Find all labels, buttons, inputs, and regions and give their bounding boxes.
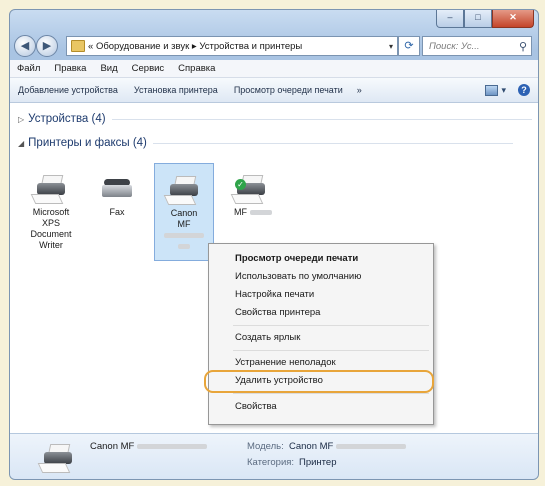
redacted-model — [155, 241, 213, 252]
menu-item-view-print-queue[interactable]: Просмотр очереди печати — [235, 253, 358, 264]
address-dropdown-icon[interactable]: ▾ — [385, 42, 397, 51]
command-bar: Добавление устройства Установка принтера… — [10, 78, 538, 103]
add-device-button[interactable]: Добавление устройства — [10, 85, 126, 95]
forward-button[interactable]: ▶ — [36, 35, 58, 57]
redacted-model — [137, 443, 207, 449]
printer-icon — [37, 440, 76, 474]
install-printer-button[interactable]: Установка принтера — [126, 85, 226, 95]
printer-canon-mf-selected[interactable]: Canon MF — [154, 163, 214, 261]
group-devices[interactable]: ▷ Устройства (4) — [18, 113, 532, 125]
printer-icon — [30, 171, 69, 205]
printer-icon: ✓ — [230, 171, 269, 205]
change-view-button[interactable]: ▾ — [485, 84, 506, 96]
group-devices-title: Устройства (4) — [28, 113, 106, 125]
menu-bar: Файл Правка Вид Сервис Справка — [10, 60, 538, 78]
expand-arrow-icon: ◢ — [18, 138, 25, 148]
menu-item-printing-preferences[interactable]: Настройка печати — [235, 289, 314, 300]
menu-help[interactable]: Справка — [171, 63, 222, 74]
device-label-row: MF — [222, 207, 280, 218]
address-row: ◀ ▶ « Оборудование и звук ▸ Устройства и… — [14, 34, 534, 58]
breadcrumb-overflow[interactable]: « — [88, 41, 93, 52]
collapse-arrow-icon: ▷ — [18, 114, 25, 124]
menu-item-create-shortcut[interactable]: Создать ярлык — [235, 332, 300, 343]
device-label: Microsoft — [32, 207, 70, 217]
menu-item-properties[interactable]: Свойства — [235, 401, 277, 412]
view-print-queue-button[interactable]: Просмотр очереди печати — [226, 85, 351, 95]
fax-icon — [99, 171, 135, 205]
menu-tools[interactable]: Сервис — [125, 63, 172, 74]
printer-mf-default[interactable]: ✓ MF — [222, 167, 280, 218]
help-icon[interactable]: ? — [518, 84, 530, 96]
details-device-name: Canon MF — [90, 441, 207, 452]
title-bar: – □ ✕ — [10, 10, 538, 32]
control-panel-icon — [71, 40, 85, 52]
menu-item-troubleshoot[interactable]: Устранение неполадок — [235, 357, 336, 368]
printer-microsoft-xps[interactable]: Microsoft XPS Document Writer — [22, 167, 80, 251]
close-button[interactable]: ✕ — [492, 10, 534, 28]
redacted-model — [336, 443, 406, 449]
search-icon[interactable]: ⚲ — [519, 40, 527, 53]
redacted-model — [155, 230, 213, 241]
details-pane: Canon MF Модель: Canon MF Категория: При… — [10, 433, 538, 479]
view-dropdown-icon: ▾ — [501, 84, 506, 95]
device-label: MF — [177, 219, 191, 229]
printer-fax[interactable]: Fax — [88, 167, 146, 218]
device-label: Writer — [39, 240, 63, 250]
group-divider — [152, 142, 513, 144]
menu-view[interactable]: Вид — [93, 63, 124, 74]
menu-item-set-default[interactable]: Использовать по умолчанию — [235, 271, 361, 282]
breadcrumb-hardware-sound[interactable]: Оборудование и звук — [96, 41, 189, 52]
default-check-icon: ✓ — [235, 179, 246, 190]
device-label: MF — [234, 207, 247, 217]
details-model-value: Canon MF — [289, 441, 406, 452]
maximize-button[interactable]: □ — [464, 10, 492, 28]
view-icon — [485, 84, 499, 96]
menu-edit[interactable]: Правка — [47, 63, 93, 74]
group-printers-title: Принтеры и факсы (4) — [28, 137, 147, 149]
device-label: Canon — [170, 208, 198, 218]
remove-device-highlight — [204, 370, 434, 393]
details-model-label: Модель: — [247, 441, 284, 452]
refresh-button[interactable]: ⟳ — [398, 36, 420, 56]
breadcrumb-devices-printers[interactable]: Устройства и принтеры — [199, 41, 302, 52]
device-label: XPS — [41, 218, 60, 228]
menu-separator — [233, 325, 429, 326]
redacted-model — [249, 210, 272, 216]
menu-file[interactable]: Файл — [10, 63, 47, 74]
group-printers[interactable]: ◢ Принтеры и факсы (4) — [18, 137, 513, 149]
search-input[interactable]: Поиск: Ус... ⚲ — [422, 36, 532, 56]
details-category-label: Категория: — [247, 457, 295, 468]
group-divider — [111, 118, 532, 120]
menu-separator — [233, 393, 429, 394]
minimize-button[interactable]: – — [436, 10, 464, 28]
menu-separator — [233, 350, 429, 351]
printer-icon — [163, 172, 202, 206]
back-button[interactable]: ◀ — [14, 35, 36, 57]
breadcrumb-separator-icon[interactable]: ▸ — [192, 41, 197, 52]
menu-item-printer-properties[interactable]: Свойства принтера — [235, 307, 320, 318]
window-controls: – □ ✕ — [436, 10, 534, 28]
device-label: Fax — [109, 207, 125, 217]
device-label: Document — [30, 229, 72, 239]
search-placeholder: Поиск: Ус... — [429, 40, 480, 52]
address-bar[interactable]: « Оборудование и звук ▸ Устройства и при… — [66, 36, 398, 56]
more-commands-button[interactable]: » — [351, 85, 368, 95]
details-category-value: Принтер — [299, 457, 337, 468]
context-menu: Просмотр очереди печати Использовать по … — [208, 243, 434, 425]
